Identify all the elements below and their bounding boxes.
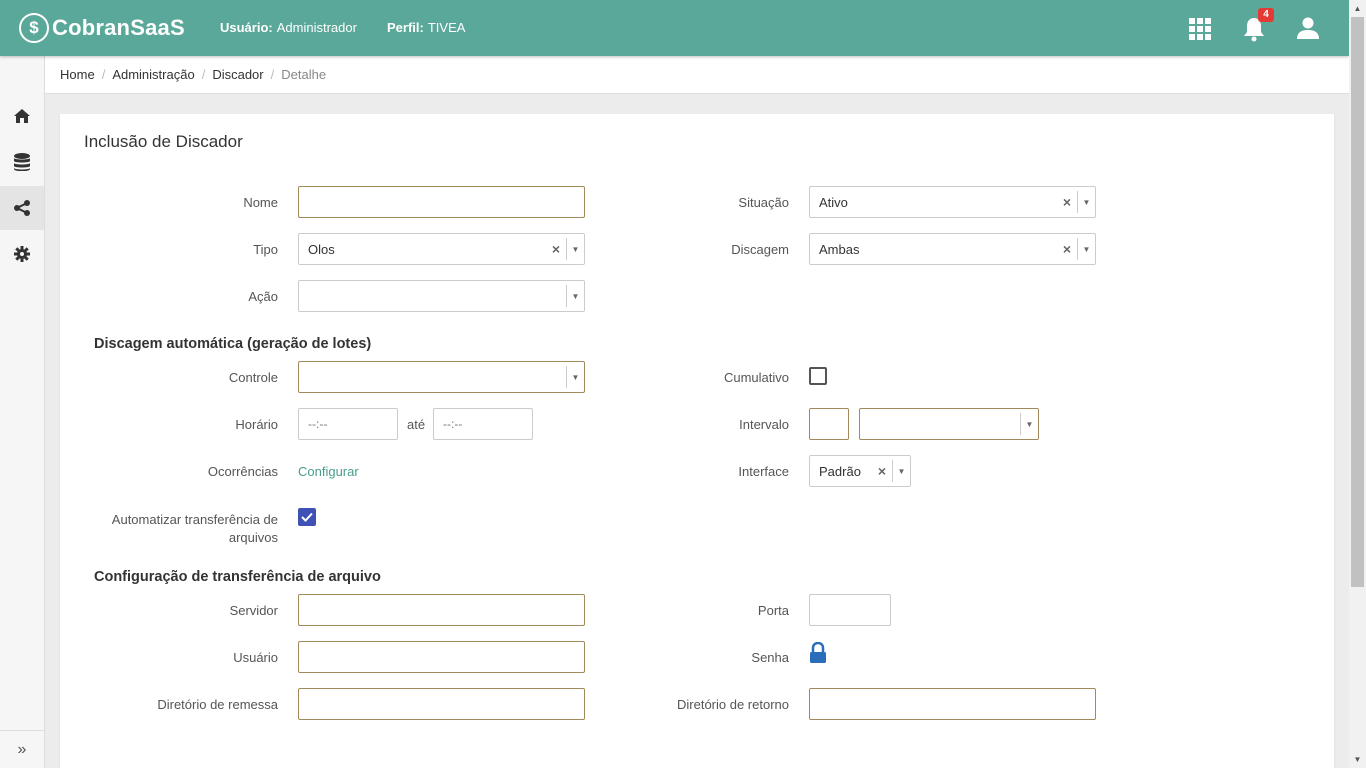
chevron-down-icon[interactable]: ▼ bbox=[566, 285, 584, 307]
section-discagem-automatica: Discagem automática (geração de lotes) bbox=[94, 336, 372, 352]
notification-badge: 4 bbox=[1258, 8, 1274, 22]
chevron-down-icon[interactable]: ▼ bbox=[1077, 238, 1095, 260]
automatizar-label-line1: Automatizar transferência de bbox=[111, 512, 278, 527]
usuario-label: Usuário bbox=[233, 650, 278, 665]
chevron-down-icon[interactable]: ▼ bbox=[1077, 191, 1095, 213]
horario-inicio-input[interactable]: --:-- bbox=[298, 408, 398, 440]
chevron-down-icon[interactable]: ▼ bbox=[566, 366, 584, 388]
situacao-select[interactable]: Ativo × ▼ bbox=[809, 186, 1096, 218]
automatizar-checkbox[interactable] bbox=[298, 508, 316, 526]
interface-value: Padrão bbox=[819, 464, 861, 479]
user-avatar-icon[interactable] bbox=[1296, 16, 1320, 40]
acao-select[interactable]: ▼ bbox=[298, 280, 585, 312]
automatizar-label-line2: arquivos bbox=[228, 530, 278, 545]
scroll-up-icon[interactable]: ▲ bbox=[1349, 0, 1366, 17]
breadcrumb-administracao[interactable]: Administração bbox=[112, 67, 194, 82]
servidor-input[interactable] bbox=[298, 594, 585, 626]
sidebar-item-database[interactable] bbox=[0, 140, 44, 184]
sidebar-item-share[interactable] bbox=[0, 186, 44, 230]
page-scrollbar[interactable]: ▲ ▼ bbox=[1349, 0, 1366, 768]
gear-icon bbox=[14, 246, 30, 262]
tipo-label: Tipo bbox=[253, 242, 278, 257]
apps-grid-icon[interactable] bbox=[1189, 18, 1213, 42]
brand-logo[interactable]: $ CobranSaaS bbox=[19, 11, 185, 45]
chevron-down-icon[interactable]: ▼ bbox=[566, 238, 584, 260]
tipo-select[interactable]: Olos × ▼ bbox=[298, 233, 585, 265]
interface-label: Interface bbox=[738, 464, 789, 479]
user-label: Usuário: bbox=[220, 20, 273, 35]
profile-value: TIVEA bbox=[427, 20, 466, 35]
breadcrumb: Home / Administração / Discador / Detalh… bbox=[45, 56, 1349, 94]
page-title: Inclusão de Discador bbox=[84, 132, 243, 151]
checkmark-icon bbox=[301, 512, 313, 522]
nome-input[interactable] bbox=[298, 186, 585, 218]
dollar-logo-icon: $ bbox=[19, 13, 49, 43]
automatizar-label: Automatizar transferência de arquivos bbox=[78, 511, 278, 547]
porta-input[interactable] bbox=[809, 594, 891, 626]
diretorio-retorno-label: Diretório de retorno bbox=[677, 697, 789, 712]
lock-icon[interactable] bbox=[809, 641, 827, 667]
double-chevron-right-icon: » bbox=[17, 740, 27, 758]
top-header: $ CobranSaaS Usuário: Administrador Perfi… bbox=[0, 0, 1349, 56]
nome-label: Nome bbox=[243, 195, 278, 210]
clear-icon[interactable]: × bbox=[878, 463, 886, 479]
discagem-value: Ambas bbox=[819, 242, 860, 257]
breadcrumb-separator: / bbox=[270, 67, 275, 82]
interface-select[interactable]: Padrão × ▼ bbox=[809, 455, 911, 487]
breadcrumb-detalhe: Detalhe bbox=[281, 67, 327, 82]
cumulativo-checkbox[interactable] bbox=[809, 367, 827, 385]
chevron-down-icon[interactable]: ▼ bbox=[892, 460, 910, 482]
cumulativo-label: Cumulativo bbox=[723, 370, 789, 385]
configurar-link[interactable]: Configurar bbox=[298, 464, 359, 479]
sidebar-item-settings[interactable] bbox=[0, 232, 44, 276]
clear-icon[interactable]: × bbox=[1063, 194, 1071, 210]
senha-label: Senha bbox=[751, 650, 789, 665]
profile-info: Perfil: TIVEA bbox=[387, 20, 465, 35]
horario-label: Horário bbox=[235, 417, 278, 432]
share-icon bbox=[14, 200, 30, 216]
diretorio-retorno-input[interactable] bbox=[809, 688, 1096, 720]
form-card: Inclusão de Discador Nome Situação Ativo… bbox=[60, 114, 1334, 768]
user-value: Administrador bbox=[276, 20, 357, 35]
diretorio-remessa-label: Diretório de remessa bbox=[157, 697, 278, 712]
ate-label: até bbox=[407, 417, 426, 432]
usuario-input[interactable] bbox=[298, 641, 585, 673]
scroll-down-icon[interactable]: ▼ bbox=[1349, 751, 1366, 768]
intervalo-unit-select[interactable]: ▼ bbox=[859, 408, 1039, 440]
section-transferencia: Configuração de transferência de arquivo bbox=[94, 569, 381, 585]
ocorrencias-label: Ocorrências bbox=[207, 464, 278, 479]
home-icon bbox=[14, 109, 30, 123]
chevron-down-icon[interactable]: ▼ bbox=[1020, 413, 1038, 435]
brand-name: CobranSaaS bbox=[52, 15, 185, 40]
sidebar-item-home[interactable] bbox=[0, 94, 44, 138]
discagem-label: Discagem bbox=[731, 242, 789, 257]
sidebar: » bbox=[0, 56, 45, 768]
breadcrumb-discador[interactable]: Discador bbox=[212, 67, 263, 82]
user-info: Usuário: Administrador bbox=[220, 20, 357, 35]
profile-label: Perfil: bbox=[387, 20, 424, 35]
intervalo-label: Intervalo bbox=[739, 417, 789, 432]
situacao-label: Situação bbox=[738, 195, 789, 210]
situacao-value: Ativo bbox=[819, 195, 848, 210]
clear-icon[interactable]: × bbox=[1063, 241, 1071, 257]
breadcrumb-home[interactable]: Home bbox=[60, 67, 95, 82]
sidebar-expand-button[interactable]: » bbox=[0, 730, 44, 768]
porta-label: Porta bbox=[757, 603, 789, 618]
breadcrumb-separator: / bbox=[101, 67, 106, 82]
acao-label: Ação bbox=[248, 289, 278, 304]
scroll-thumb[interactable] bbox=[1351, 17, 1364, 587]
clear-icon[interactable]: × bbox=[552, 241, 560, 257]
breadcrumb-separator: / bbox=[201, 67, 206, 82]
horario-fim-input[interactable]: --:-- bbox=[433, 408, 533, 440]
discagem-select[interactable]: Ambas × ▼ bbox=[809, 233, 1096, 265]
servidor-label: Servidor bbox=[229, 603, 278, 618]
controle-label: Controle bbox=[228, 370, 278, 385]
diretorio-remessa-input[interactable] bbox=[298, 688, 585, 720]
controle-select[interactable]: ▼ bbox=[298, 361, 585, 393]
intervalo-input[interactable] bbox=[809, 408, 849, 440]
database-icon bbox=[14, 153, 30, 171]
tipo-value: Olos bbox=[308, 242, 335, 257]
